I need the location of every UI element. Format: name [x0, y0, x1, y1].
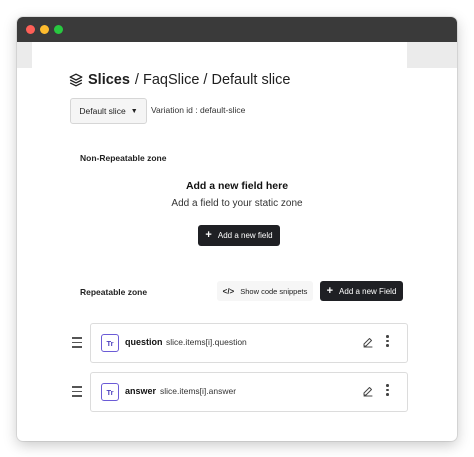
plus-icon: + [205, 229, 212, 241]
variation-selector[interactable]: Default slice ▼ [70, 98, 147, 124]
more-vertical-icon[interactable] [386, 335, 390, 349]
list-item: Tr answer slice.items[i].answer [72, 372, 408, 412]
close-window-button[interactable] [26, 25, 35, 34]
minimize-window-button[interactable] [40, 25, 49, 34]
layers-icon [69, 73, 83, 87]
variation-id: Variation id : default-slice [151, 105, 246, 115]
chevron-down-icon: ▼ [130, 107, 138, 115]
list-item: Tr question slice.items[i].question [72, 323, 408, 363]
field-path: slice.items[i].answer [160, 386, 237, 396]
add-static-field-label: Add a new field [217, 231, 273, 240]
pencil-icon[interactable] [362, 336, 374, 348]
empty-zone-subtitle: Add a field to your static zone [171, 198, 303, 209]
add-repeatable-field-button[interactable]: + Add a new Field [320, 281, 403, 301]
code-icon: </> [222, 286, 235, 296]
empty-zone-title: Add a new field here [185, 180, 289, 192]
field-path: slice.items[i].question [166, 337, 247, 347]
pencil-icon[interactable] [362, 385, 374, 397]
add-repeatable-field-label: Add a new Field [339, 286, 397, 296]
drag-handle-icon[interactable] [72, 386, 82, 400]
title-bar [17, 17, 457, 42]
breadcrumb: Slices / FaqSlice / Default slice [69, 69, 290, 91]
app-window: Slices / FaqSlice / Default slice Defaul… [17, 17, 457, 441]
show-code-snippets-button[interactable]: </> Show code snippets [217, 281, 313, 301]
variation-selector-label: Default slice [79, 106, 126, 116]
backdrop-right [407, 42, 457, 68]
breadcrumb-path: / FaqSlice / Default slice [134, 72, 291, 88]
non-repeatable-zone-label: Non-Repeatable zone [80, 153, 167, 163]
backdrop-left [17, 42, 32, 68]
breadcrumb-root[interactable]: Slices [88, 72, 130, 88]
plus-icon: + [326, 284, 334, 297]
maximize-window-button[interactable] [54, 25, 63, 34]
text-field-icon: Tr [101, 383, 119, 401]
add-static-field-button[interactable]: + Add a new field [198, 225, 280, 246]
field-name: question [125, 337, 163, 347]
drag-handle-icon[interactable] [72, 337, 82, 351]
field-card: Tr question slice.items[i].question [90, 323, 408, 363]
field-card: Tr answer slice.items[i].answer [90, 372, 408, 412]
show-code-snippets-label: Show code snippets [240, 286, 308, 296]
repeatable-zone-label: Repeatable zone [80, 287, 148, 297]
more-vertical-icon[interactable] [386, 384, 390, 398]
text-field-icon: Tr [101, 334, 119, 352]
field-name: answer [125, 386, 157, 396]
